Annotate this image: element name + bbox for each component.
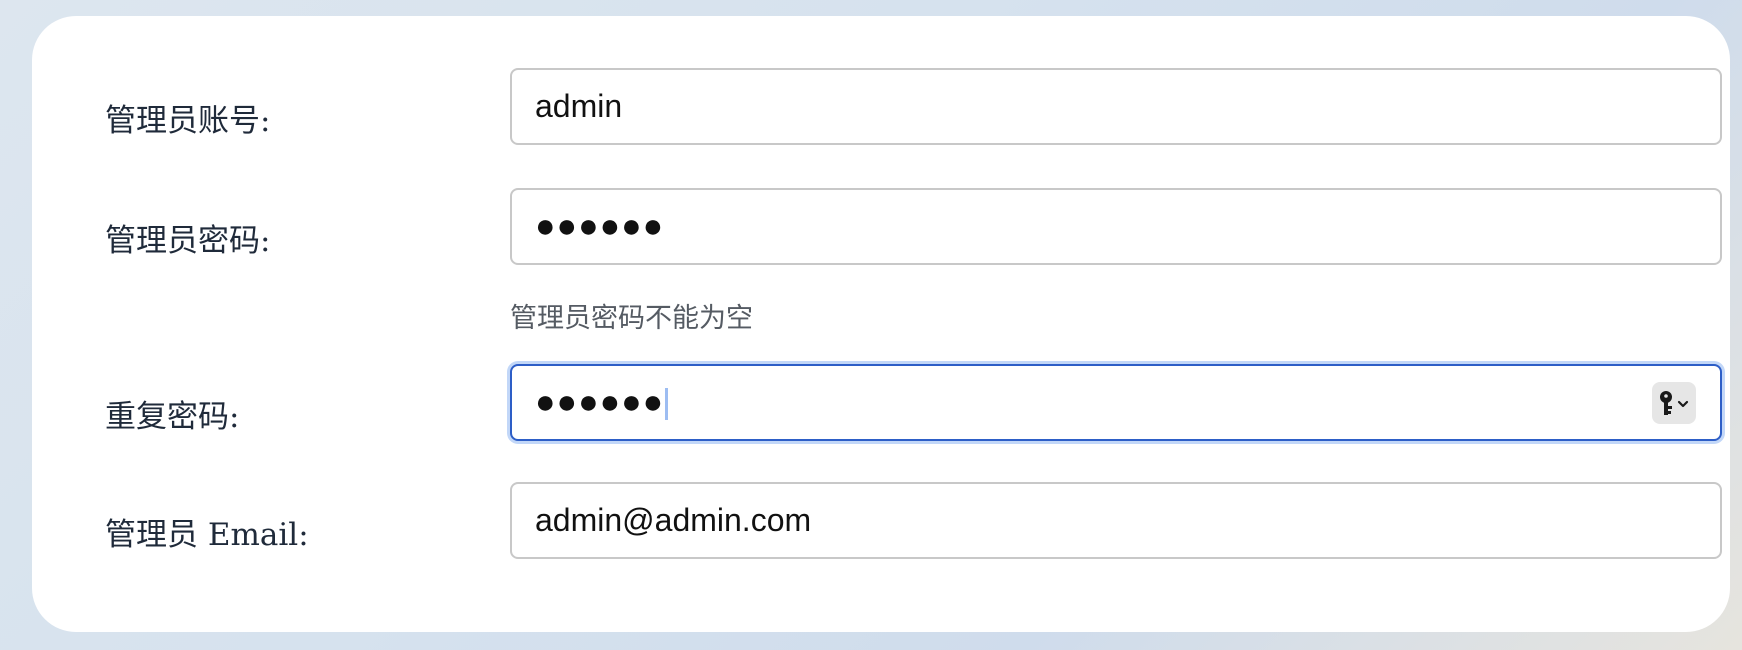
admin-account-label: 管理员账号: — [105, 103, 271, 139]
repeat-password-label: 重复密码: — [105, 399, 240, 435]
password-required-hint: 管理员密码不能为空 — [510, 303, 753, 334]
admin-password-input[interactable]: ●●●●●● — [510, 188, 1722, 265]
admin-email-value: admin@admin.com — [535, 502, 812, 538]
repeat-password-input[interactable]: ●●●●●● — [510, 364, 1722, 441]
repeat-password-value: ●●●●●● — [535, 383, 665, 421]
text-caret — [665, 388, 669, 421]
admin-password-label: 管理员密码: — [105, 223, 271, 259]
repeat-password-value-wrapper: ●●●●●● — [535, 366, 669, 439]
admin-account-input[interactable]: admin — [510, 68, 1722, 145]
admin-settings-card: 管理员账号: admin 管理员密码: ●●●●●● 管理员密码不能为空 重复密… — [32, 16, 1730, 632]
password-autofill-button[interactable] — [1652, 382, 1696, 424]
chevron-down-icon — [1677, 400, 1689, 408]
admin-email-label: 管理员 Email: — [105, 517, 309, 553]
admin-email-input[interactable]: admin@admin.com — [510, 482, 1722, 559]
admin-password-value: ●●●●●● — [535, 207, 665, 245]
key-icon — [1660, 391, 1689, 415]
admin-account-value: admin — [535, 88, 623, 124]
